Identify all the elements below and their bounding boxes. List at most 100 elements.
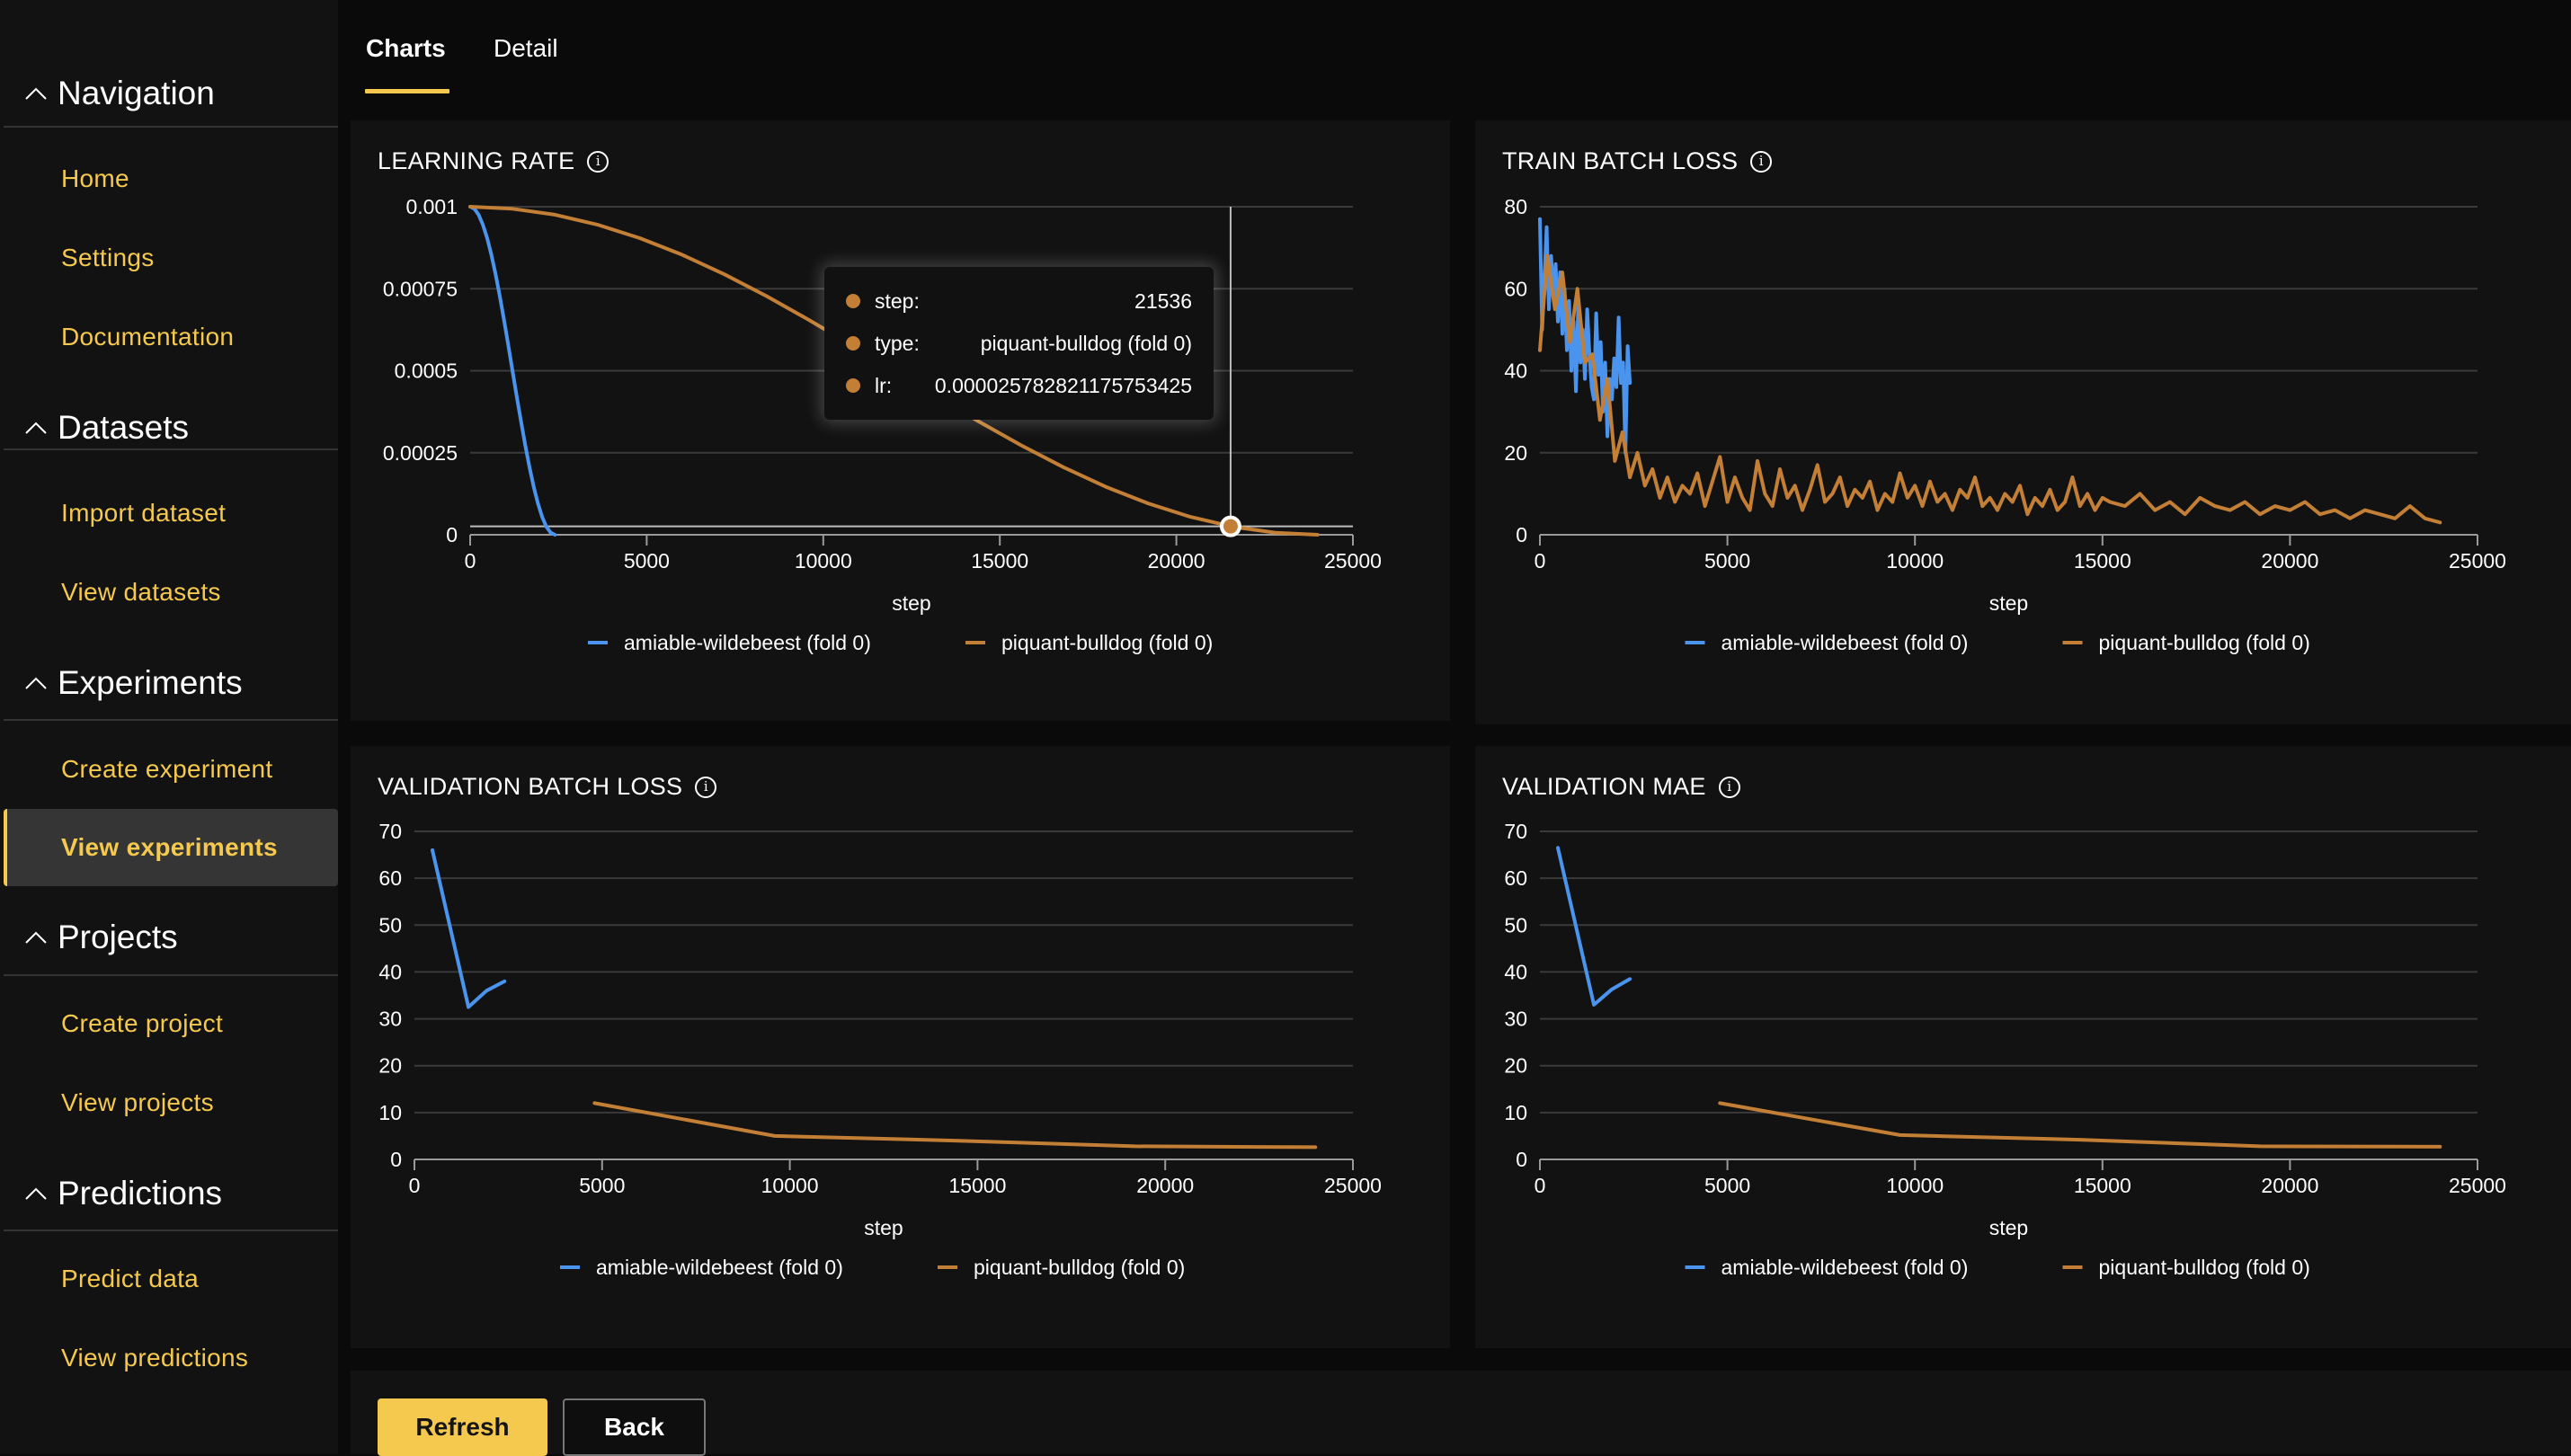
series-dot-icon — [846, 336, 860, 351]
section-header-predictions[interactable]: Predictions — [4, 1167, 338, 1221]
x-tick-label: 25000 — [2449, 1174, 2506, 1197]
sidebar-item-view-predictions[interactable]: View predictions — [4, 1319, 338, 1397]
tooltip-value: 21536 — [1134, 289, 1192, 313]
x-tick-label: 15000 — [948, 1174, 1006, 1197]
legend-label: amiable-wildebeest (fold 0) — [624, 631, 871, 654]
x-tick-label: 15000 — [971, 549, 1028, 573]
x-tick-label: 5000 — [624, 549, 670, 573]
tab-detail[interactable]: Detail — [494, 34, 558, 63]
y-tick-label: 80 — [1504, 195, 1527, 218]
action-bar: Refresh Back — [351, 1371, 2571, 1456]
section-divider — [4, 1230, 338, 1231]
y-tick-label: 0.001 — [405, 195, 458, 218]
x-tick-label: 5000 — [579, 1174, 625, 1197]
x-tick-label: 15000 — [2074, 1174, 2131, 1197]
y-tick-label: 0 — [1516, 1148, 1527, 1171]
sidebar-item-label: View predictions — [61, 1344, 249, 1372]
series-line — [592, 1101, 1318, 1150]
y-tick-label: 0.00025 — [383, 441, 458, 465]
x-tick-label: 15000 — [2074, 549, 2131, 573]
series-line — [431, 848, 507, 1009]
sidebar-item-home[interactable]: Home — [4, 140, 338, 218]
section-header-experiments[interactable]: Experiments — [4, 656, 338, 710]
y-tick-label: 60 — [378, 866, 402, 890]
x-tick-label: 5000 — [1704, 549, 1750, 573]
sidebar-item-view-datasets[interactable]: View datasets — [4, 554, 338, 631]
train-batch-loss-panel: TRAIN BATCH LOSS i 0 20 40 60 80 0 5000 10000 15… — [1475, 120, 2571, 724]
sidebar-item-documentation[interactable]: Documentation — [4, 298, 338, 376]
y-tick-label: 40 — [1504, 360, 1527, 383]
section-header-projects[interactable]: Projects — [4, 910, 338, 964]
sidebar-item-import-dataset[interactable]: Import dataset — [4, 475, 338, 552]
sidebar-item-create-project[interactable]: Create project — [4, 985, 338, 1062]
y-tick-label: 70 — [1504, 820, 1527, 843]
legend-label: piquant-bulldog (fold 0) — [2099, 631, 2310, 654]
back-button[interactable]: Back — [563, 1398, 706, 1456]
legend-label: amiable-wildebeest (fold 0) — [596, 1256, 843, 1279]
section-title: Experiments — [58, 664, 243, 701]
refresh-button[interactable]: Refresh — [378, 1398, 547, 1456]
y-tick-label: 20 — [1504, 441, 1527, 465]
y-tick-label: 0 — [390, 1148, 402, 1171]
sidebar-item-view-experiments[interactable]: View experiments — [4, 809, 338, 886]
series-line — [1718, 1101, 2442, 1149]
x-tick-label: 10000 — [1886, 549, 1944, 573]
legend-label: piquant-bulldog (fold 0) — [1001, 631, 1213, 654]
y-tick-label: 0.0005 — [395, 360, 458, 383]
x-axis-label: step — [892, 591, 930, 615]
sidebar-item-label: View datasets — [61, 578, 221, 606]
section-divider — [4, 719, 338, 721]
chart-tooltip: step: 21536 type: piquant-bulldog (fold … — [824, 267, 1214, 420]
chevron-up-icon — [16, 1186, 56, 1201]
y-tick-label: 30 — [1504, 1008, 1527, 1031]
x-tick-label: 25000 — [2449, 549, 2506, 573]
section-divider — [4, 974, 338, 976]
active-tab-indicator — [365, 89, 449, 93]
sidebar-item-view-projects[interactable]: View projects — [4, 1064, 338, 1141]
x-tick-label: 10000 — [761, 1174, 819, 1197]
tooltip-value: piquant-bulldog (fold 0) — [980, 331, 1192, 355]
tab-charts[interactable]: Charts — [366, 34, 446, 63]
validation-mae-chart[interactable]: 0 10 20 30 40 50 60 70 0 5000 10000 15000 20000 25000… — [1475, 746, 2571, 1348]
legend-label: amiable-wildebeest (fold 0) — [1721, 1256, 1969, 1279]
validation-batch-loss-chart[interactable]: 0 10 20 30 40 50 60 70 0 5000 10000 15000 20000 25000… — [351, 746, 1450, 1348]
y-tick-label: 60 — [1504, 866, 1527, 890]
train-batch-loss-chart[interactable]: 0 20 40 60 80 0 5000 10000 15000 20000 25000 stepam… — [1475, 120, 2571, 724]
validation-batch-loss-panel: VALIDATION BATCH LOSS i 0 10 20 30 40 50 60 70 0… — [351, 746, 1450, 1348]
legend-label: piquant-bulldog (fold 0) — [974, 1256, 1185, 1279]
tooltip-value: 0.000025782821175753425 — [934, 373, 1192, 397]
x-tick-label: 25000 — [1324, 1174, 1382, 1197]
x-tick-label: 0 — [465, 549, 476, 573]
x-tick-label: 20000 — [1148, 549, 1205, 573]
hover-point-marker — [1219, 515, 1241, 537]
tooltip-row-type: type: piquant-bulldog (fold 0) — [824, 325, 1214, 361]
x-tick-label: 5000 — [1704, 1174, 1750, 1197]
y-tick-label: 40 — [378, 960, 402, 983]
learning-rate-chart[interactable]: 0 0.00025 0.0005 0.00075 0.001 0 5000 10000 1500… — [351, 120, 1450, 721]
x-tick-label: 0 — [409, 1174, 421, 1197]
series-line — [1556, 846, 1632, 1007]
tooltip-key: step: — [875, 289, 920, 313]
sidebar-item-label: Documentation — [61, 323, 235, 351]
y-tick-label: 10 — [1504, 1101, 1527, 1124]
series-line — [1538, 253, 2442, 525]
sidebar: Navigation Home Settings Documentation D… — [0, 0, 338, 1454]
x-tick-label: 25000 — [1324, 549, 1382, 573]
section-title: Navigation — [58, 75, 215, 111]
sidebar-item-predict-data[interactable]: Predict data — [4, 1240, 338, 1318]
x-axis-label: step — [864, 1216, 903, 1239]
y-tick-label: 70 — [378, 820, 402, 843]
y-tick-label: 20 — [1504, 1054, 1527, 1078]
sidebar-item-settings[interactable]: Settings — [4, 219, 338, 297]
series-line — [1538, 217, 1632, 455]
x-axis-label: step — [1989, 591, 2028, 615]
y-tick-label: 20 — [378, 1054, 402, 1078]
section-title: Datasets — [58, 409, 190, 446]
chevron-up-icon — [16, 421, 56, 435]
sidebar-item-label: Predict data — [61, 1265, 200, 1292]
x-tick-label: 20000 — [2261, 1174, 2318, 1197]
section-header-datasets[interactable]: Datasets — [4, 401, 338, 455]
sidebar-item-create-experiment[interactable]: Create experiment — [4, 731, 338, 808]
section-divider — [4, 448, 338, 450]
section-header-navigation[interactable]: Navigation — [4, 67, 338, 120]
